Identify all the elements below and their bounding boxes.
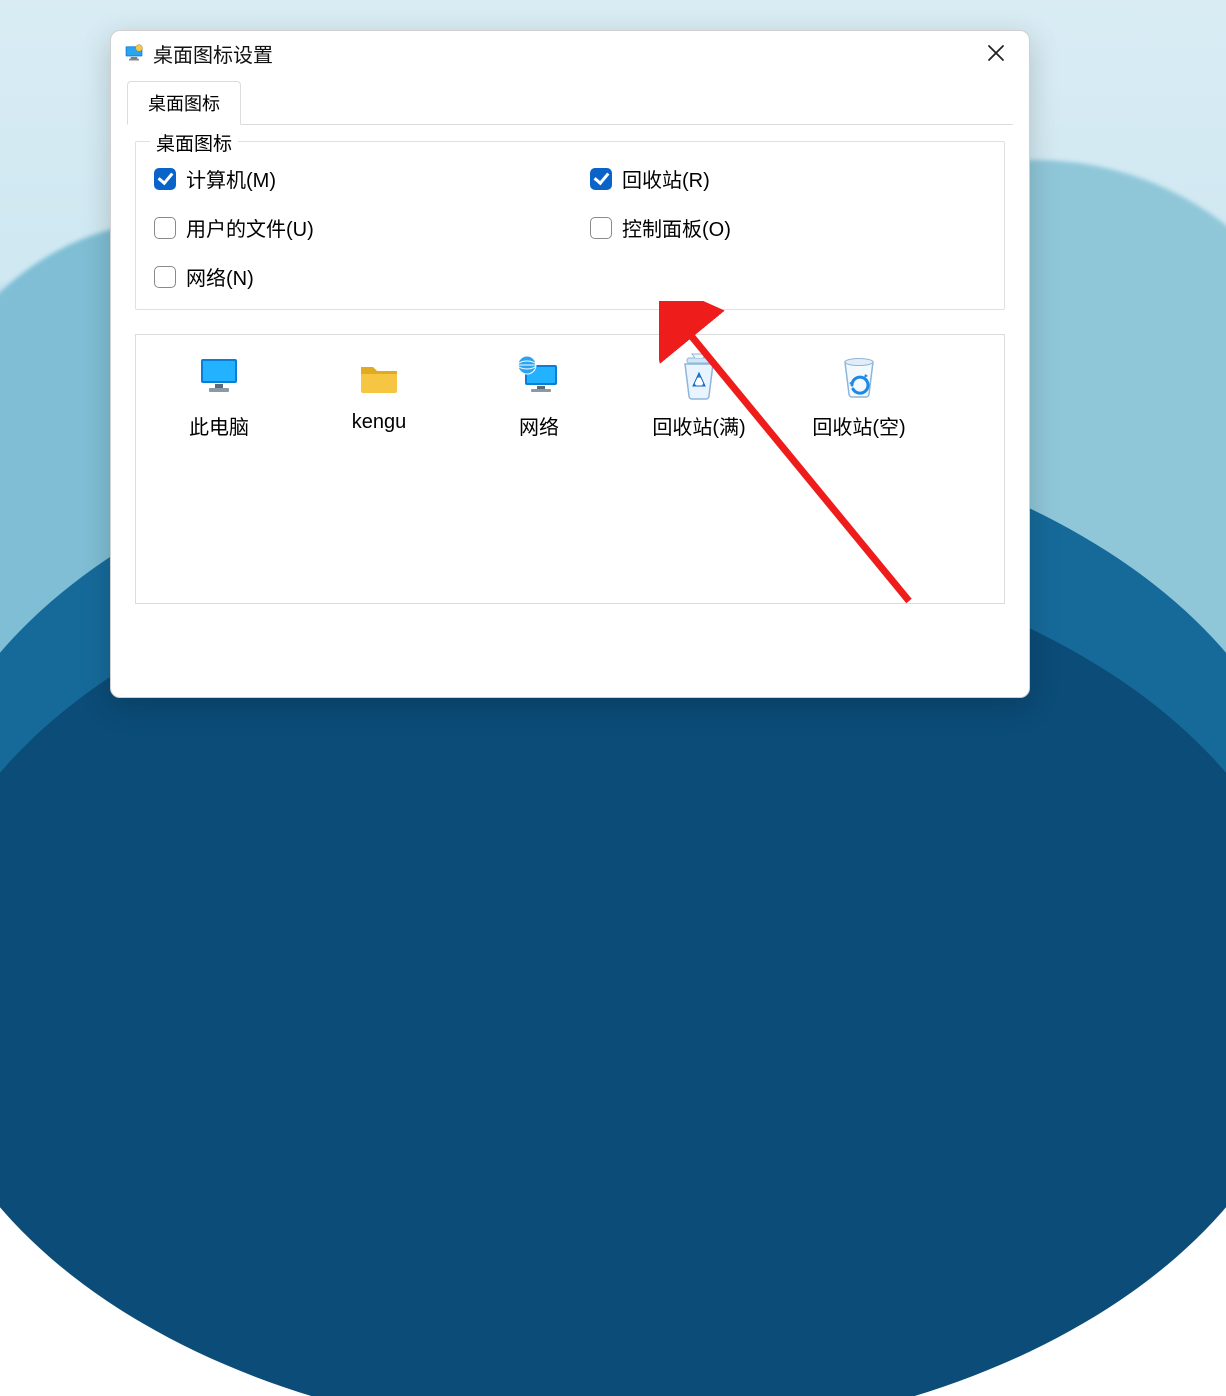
preview-label: 回收站(满)	[624, 411, 774, 440]
checkbox-label: 网络(N)	[186, 262, 254, 291]
preview-item-user-folder[interactable]: kengu	[304, 349, 454, 434]
group-title: 桌面图标	[150, 129, 238, 156]
checkbox-icon	[154, 217, 176, 239]
desktop-icon-settings-dialog: 桌面图标设置 桌面图标 桌面图标 计算机(M) 回收站(R)	[110, 30, 1030, 698]
recycle-bin-full-icon	[624, 349, 774, 405]
close-button[interactable]	[973, 37, 1019, 69]
preview-label: 网络	[464, 411, 614, 440]
checkbox-icon	[590, 217, 612, 239]
preview-item-recycle-full[interactable]: 回收站(满)	[624, 349, 774, 440]
preview-label: kengu	[304, 411, 454, 434]
dialog-content: 桌面图标 计算机(M) 回收站(R) 用户的文件(U) 控制面板(O)	[111, 125, 1029, 697]
tab-strip: 桌面图标	[127, 81, 1013, 125]
preview-label: 此电脑	[144, 411, 294, 440]
tab-desktop-icons[interactable]: 桌面图标	[127, 81, 241, 125]
preview-label: 回收站(空)	[784, 411, 934, 440]
preview-item-this-pc[interactable]: 此电脑	[144, 349, 294, 440]
checkbox-icon	[590, 168, 612, 190]
checkbox-label: 用户的文件(U)	[186, 213, 314, 242]
this-pc-icon	[144, 349, 294, 405]
folder-icon	[304, 349, 454, 405]
network-icon	[464, 349, 614, 405]
checkbox-label: 回收站(R)	[622, 164, 710, 193]
app-icon	[123, 42, 145, 64]
titlebar: 桌面图标设置	[111, 31, 1029, 75]
preview-item-recycle-empty[interactable]: 回收站(空)	[784, 349, 934, 440]
icon-preview-list: 此电脑 kengu	[135, 334, 1005, 604]
checkbox-label: 控制面板(O)	[622, 213, 731, 242]
recycle-bin-empty-icon	[784, 349, 934, 405]
checkbox-icon	[154, 168, 176, 190]
checkbox-label: 计算机(M)	[186, 164, 276, 193]
preview-item-network[interactable]: 网络	[464, 349, 614, 440]
checkbox-icon	[154, 266, 176, 288]
checkbox-network[interactable]: 网络(N)	[154, 262, 550, 291]
checkbox-recycle-bin[interactable]: 回收站(R)	[590, 164, 986, 193]
checkbox-computer[interactable]: 计算机(M)	[154, 164, 550, 193]
checkbox-control-panel[interactable]: 控制面板(O)	[590, 213, 986, 242]
window-title: 桌面图标设置	[153, 39, 973, 68]
desktop-icons-group: 桌面图标 计算机(M) 回收站(R) 用户的文件(U) 控制面板(O)	[135, 141, 1005, 310]
checkbox-user-files[interactable]: 用户的文件(U)	[154, 213, 550, 242]
close-icon	[987, 44, 1005, 62]
